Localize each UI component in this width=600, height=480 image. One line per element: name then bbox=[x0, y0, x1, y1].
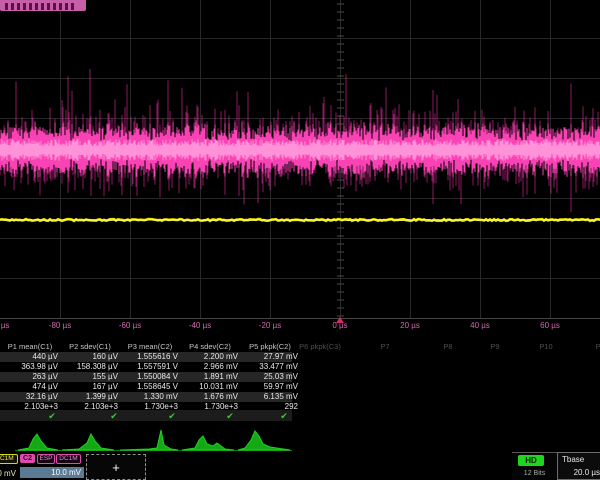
measurement-histicons bbox=[0, 0, 600, 480]
timebase-value: 20.0 µs bbox=[574, 468, 600, 478]
c1-vdiv-value: 0 mV bbox=[0, 468, 16, 479]
hd-indicator-box[interactable]: HD 12 Bits bbox=[512, 452, 557, 480]
histicon bbox=[62, 434, 114, 450]
timebase-descriptor[interactable]: Tbase 20.0 µs bbox=[557, 452, 600, 480]
c2-esp-chip: ESP bbox=[37, 454, 55, 464]
hd-bits-label: 12 Bits bbox=[512, 469, 557, 478]
histicon bbox=[120, 430, 178, 450]
oscilloscope-screen: -100 µs-80 µs-60 µs-40 µs-20 µs0 µs20 µs… bbox=[0, 0, 600, 480]
c2-channel-badge[interactable]: C2 bbox=[20, 454, 35, 463]
histicon bbox=[238, 431, 290, 450]
histicon bbox=[18, 434, 58, 450]
timebase-title: Tbase bbox=[562, 455, 584, 465]
histicon bbox=[182, 436, 234, 450]
c1-coupling-chip: DC1M bbox=[0, 454, 18, 464]
add-trace-button[interactable]: + bbox=[86, 454, 146, 480]
c2-coupling-chip: DC1M bbox=[56, 454, 81, 464]
c2-vdiv-value: 10.0 mV bbox=[20, 467, 84, 478]
hd-badge: HD bbox=[518, 455, 544, 466]
